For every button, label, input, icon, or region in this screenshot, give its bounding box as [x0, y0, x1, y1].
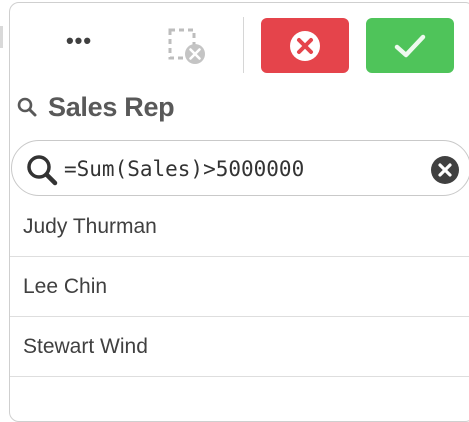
- search-input[interactable]: [64, 150, 424, 188]
- list-item[interactable]: Judy Thurman: [10, 197, 469, 257]
- list-item[interactable]: Lee Chin: [10, 257, 469, 317]
- search-field[interactable]: [11, 140, 469, 196]
- more-options-button[interactable]: •••: [56, 24, 102, 70]
- list-item[interactable]: Stewart Wind: [10, 317, 469, 377]
- listbox-header: Sales Rep: [16, 90, 175, 124]
- clear-selections-icon: [168, 28, 205, 64]
- checkmark-icon: [394, 34, 426, 57]
- confirm-selection-button[interactable]: [366, 18, 454, 73]
- clear-selections-button[interactable]: [162, 26, 212, 68]
- search-icon: [17, 97, 37, 117]
- clear-circle-icon: [431, 156, 459, 184]
- field-title: Sales Rep: [48, 91, 175, 122]
- toolbar-divider: [243, 17, 244, 73]
- more-dots-icon: •••: [65, 28, 93, 53]
- value-list: Judy Thurman Lee Chin Stewart Wind: [10, 197, 469, 377]
- clear-search-button[interactable]: [430, 155, 460, 185]
- cancel-selection-button[interactable]: [261, 18, 349, 73]
- close-circle-icon: [290, 30, 320, 61]
- background-edge: [0, 26, 3, 48]
- search-icon: [27, 155, 58, 186]
